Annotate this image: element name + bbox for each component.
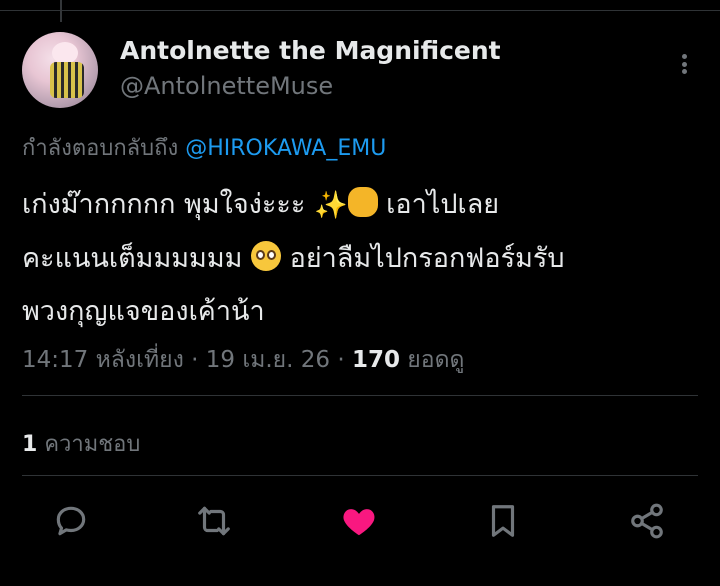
pleading-face-icon (251, 240, 282, 271)
dot (681, 61, 687, 67)
tweet-text-line-1: เก่งม๊ากกกกก พุมใจง่ะะะ ✨ เอาไปเลย (22, 178, 702, 232)
likes-label: ความชอบ (44, 432, 141, 457)
author-name[interactable]: Antolnette the Magnificent (120, 36, 501, 65)
text-segment: พวงกุญแจของเค้าน้า (22, 296, 265, 327)
views-count: 170 (351, 347, 400, 373)
bookmark-button[interactable] (484, 502, 524, 542)
avatar[interactable] (22, 32, 98, 108)
reply-icon (56, 506, 86, 536)
likes-count: 1 (22, 432, 38, 457)
reply-mention-link[interactable]: @HIROKAWA_EMU (185, 136, 386, 161)
dot (681, 69, 687, 74)
action-bar (52, 502, 672, 546)
views-label: ยอดดู (407, 347, 465, 373)
tweet-text-line-3: พวงกุญแจของเค้าน้า (22, 285, 702, 338)
tweet-date[interactable]: 19 เม.ย. 26 (206, 347, 330, 373)
share-icon (631, 503, 663, 539)
retweet-icon (198, 506, 230, 536)
text-segment: คะแนนเต็มมมมมม (22, 243, 243, 274)
more-dots-icon[interactable] (674, 48, 694, 80)
share-button[interactable] (628, 502, 668, 542)
top-divider (0, 10, 720, 11)
divider (22, 395, 698, 396)
meta-separator: · (337, 347, 345, 373)
avatar-pattern (50, 62, 84, 98)
reply-prefix: กำลังตอบกลับถึง (22, 136, 179, 161)
replying-to-line: กำลังตอบกลับถึง @HIROKAWA_EMU (22, 130, 386, 165)
avatar-face (52, 42, 78, 64)
dot (681, 54, 687, 59)
bookmark-icon (491, 505, 515, 537)
text-segment: เก่งม๊ากกกกก พุมใจง่ะะะ (22, 189, 306, 220)
like-button[interactable] (340, 502, 380, 542)
meta-separator: · (191, 347, 199, 373)
divider (22, 475, 698, 476)
text-segment: อย่าลืมไปกรอกฟอร์มรับ (289, 243, 565, 274)
likes-summary[interactable]: 1 ความชอบ (22, 426, 140, 461)
tweet-time[interactable]: 14:17 หลังเที่ยง (22, 347, 184, 373)
thread-connector-line (60, 0, 62, 22)
heart-icon (343, 509, 375, 536)
sparkles-icon: ✨ (313, 190, 348, 221)
tweet-text-line-2: คะแนนเต็มมมมมม อย่าลืมไปกรอกฟอร์มรับ (22, 232, 702, 285)
author-handle[interactable]: @AntolnetteMuse (120, 72, 333, 100)
tweet-header: Antolnette the Magnificent @AntolnetteMu… (22, 32, 698, 108)
pointing-hand-icon (347, 186, 378, 217)
retweet-button[interactable] (195, 502, 235, 542)
text-segment: เอาไปเลย (386, 189, 500, 220)
tweet-meta: 14:17 หลังเที่ยง · 19 เม.ย. 26 · 170 ยอด… (22, 342, 464, 378)
reply-button[interactable] (52, 502, 92, 542)
tweet-text: เก่งม๊ากกกกก พุมใจง่ะะะ ✨ เอาไปเลย คะแนน… (22, 178, 702, 338)
